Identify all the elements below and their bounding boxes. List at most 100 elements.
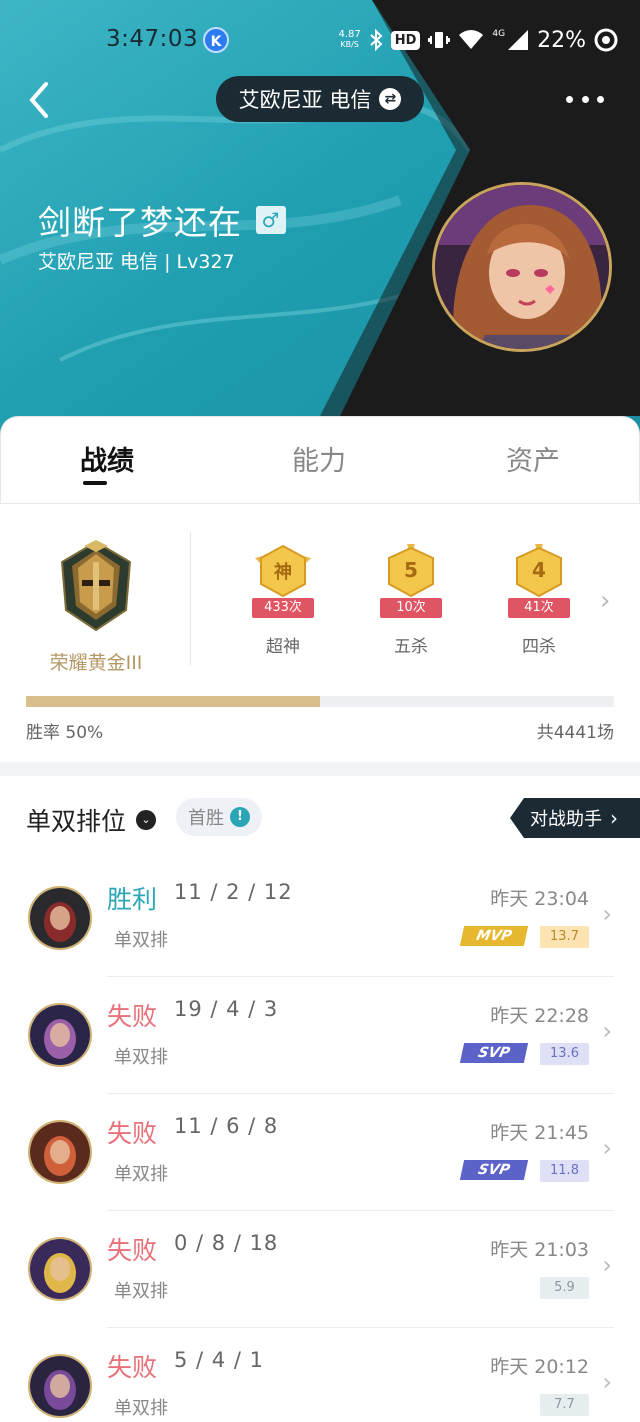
match-badge: SVP xyxy=(459,1160,529,1180)
network-speed: 4.87 KB/S xyxy=(338,30,360,50)
champion-avatar xyxy=(28,1237,92,1301)
back-arrow-icon[interactable] xyxy=(22,78,62,122)
match-queue: 单双排 xyxy=(114,1281,168,1302)
status-time: 3:47:03 xyxy=(106,26,199,52)
legendary-label: 超神 xyxy=(266,637,300,657)
match-score: 13.6 xyxy=(540,1043,589,1065)
penta-kill-label: 五杀 xyxy=(394,637,428,657)
queue-title: 单双排位 xyxy=(26,807,127,836)
first-win-label: 首胜 xyxy=(188,808,224,829)
battery-icon xyxy=(594,28,618,52)
penta-kill-count: 10次 xyxy=(380,598,442,618)
match-row[interactable]: 失败 5 / 4 / 1 单双排 昨天 20:12 7.7 › xyxy=(0,1328,640,1422)
champion-avatar xyxy=(28,1120,92,1184)
match-score: 11.8 xyxy=(540,1160,589,1182)
match-time: 昨天 22:28 xyxy=(490,1005,589,1027)
match-time: 昨天 21:45 xyxy=(490,1122,589,1144)
match-row[interactable]: 失败 11 / 6 / 8 单双排 昨天 21:45 SVP 11.8 › xyxy=(0,1094,640,1211)
chevron-right-icon: › xyxy=(602,1368,612,1396)
rank-emblem-icon[interactable] xyxy=(56,540,136,632)
rank-summary: 荣耀黄金III 神 433次 超神 5 10次 五杀 4 41次 四杀 › 胜率… xyxy=(0,504,640,760)
tab-bar: 战绩 能力 资产 xyxy=(0,416,640,504)
battle-assistant-button[interactable]: 对战助手 › xyxy=(510,798,640,838)
match-row[interactable]: 失败 0 / 8 / 18 单双排 昨天 21:03 5.9 › xyxy=(0,1211,640,1328)
status-icons: 4.87 KB/S HD 4G 22% xyxy=(338,24,618,56)
total-games-text: 共4441场 xyxy=(536,723,614,743)
battery-percent: 22% xyxy=(537,27,586,53)
match-result: 失败 xyxy=(107,1236,158,1265)
win-rate-bar xyxy=(26,696,614,707)
match-kda: 19 / 4 / 3 xyxy=(174,997,279,1021)
match-result: 失败 xyxy=(107,1119,158,1148)
swap-icon: ⇄ xyxy=(379,88,402,110)
match-queue: 单双排 xyxy=(114,1047,168,1068)
network-type: 4G xyxy=(492,29,506,39)
champion-avatar xyxy=(28,1003,92,1067)
player-avatar-image xyxy=(435,185,609,349)
achievement-quadra-kill[interactable]: 4 41次 四杀 xyxy=(494,544,584,657)
achievements-chevron-right-icon[interactable]: › xyxy=(600,586,610,616)
match-row[interactable]: 胜利 11 / 2 / 12 单双排 昨天 23:04 MVP 13.7 › xyxy=(0,860,640,977)
tab-ability[interactable]: 能力 xyxy=(249,439,389,478)
chevron-right-icon: › xyxy=(602,1251,612,1279)
more-options-icon[interactable] xyxy=(566,92,604,106)
win-rate-text: 胜率 50% xyxy=(26,723,104,743)
match-queue: 单双排 xyxy=(114,930,168,951)
signal-icon xyxy=(508,30,529,50)
player-subtitle: 艾欧尼亚 电信 | Lv327 xyxy=(38,251,235,273)
champion-avatar xyxy=(28,886,92,950)
hd-icon: HD xyxy=(390,30,421,50)
player-name: 剑断了梦还在 xyxy=(38,203,242,242)
server-switch-button[interactable]: 艾欧尼亚 电信 ⇄ xyxy=(216,76,424,122)
quadra-kill-label: 四杀 xyxy=(522,637,556,657)
match-badge: MVP xyxy=(459,926,529,946)
bluetooth-icon xyxy=(370,29,383,51)
legendary-count: 433次 xyxy=(252,598,314,618)
network-speed-value: 4.87 xyxy=(338,29,361,40)
match-list-header: 单双排位 ⌄ 首胜 ! 对战助手 › xyxy=(0,776,640,860)
match-kda: 5 / 4 / 1 xyxy=(174,1348,264,1372)
player-name-row: 剑断了梦还在 ♂ xyxy=(38,196,286,244)
section-separator xyxy=(0,762,640,776)
match-queue: 单双排 xyxy=(114,1398,168,1419)
legendary-glyph: 神 xyxy=(274,562,292,583)
rank-name: 荣耀黄金III xyxy=(49,652,143,674)
win-rate-bar-fill xyxy=(26,696,320,707)
achievement-penta-kill[interactable]: 5 10次 五杀 xyxy=(366,544,456,657)
match-row[interactable]: 失败 19 / 4 / 3 单双排 昨天 22:28 SVP 13.6 › xyxy=(0,977,640,1094)
match-result: 胜利 xyxy=(107,885,158,914)
achievement-legendary[interactable]: 神 433次 超神 xyxy=(238,544,328,657)
match-time: 昨天 20:12 xyxy=(490,1356,589,1378)
match-kda: 11 / 2 / 12 xyxy=(174,880,293,904)
champion-avatar xyxy=(28,1354,92,1418)
battle-assistant-label: 对战助手 xyxy=(530,809,602,830)
match-queue: 单双排 xyxy=(114,1164,168,1185)
quadra-kill-glyph: 4 xyxy=(532,558,546,582)
app-root: 3:47:03 K 4.87 KB/S HD 4G 22% 艾欧尼亚 电信 ⇄ xyxy=(0,0,640,1422)
match-time: 昨天 23:04 xyxy=(490,888,589,910)
first-win-chip[interactable]: 首胜 ! xyxy=(176,798,262,836)
divider xyxy=(190,532,191,666)
info-icon: ! xyxy=(230,807,250,827)
k-app-icon: K xyxy=(203,27,229,53)
match-time: 昨天 21:03 xyxy=(490,1239,589,1261)
tab-assets[interactable]: 资产 xyxy=(463,439,603,478)
chevron-right-icon: › xyxy=(610,806,618,830)
network-speed-unit: KB/S xyxy=(340,40,359,49)
chevron-down-icon: ⌄ xyxy=(136,810,157,830)
tab-record[interactable]: 战绩 xyxy=(37,439,177,478)
gender-male-icon: ♂ xyxy=(256,206,286,234)
match-kda: 0 / 8 / 18 xyxy=(174,1231,279,1255)
queue-filter-dropdown[interactable]: 单双排位 ⌄ xyxy=(26,802,157,838)
player-avatar[interactable] xyxy=(432,182,612,352)
server-label: 艾欧尼亚 电信 xyxy=(238,88,372,112)
chevron-right-icon: › xyxy=(602,900,612,928)
match-result: 失败 xyxy=(107,1353,158,1382)
match-kda: 11 / 6 / 8 xyxy=(174,1114,279,1138)
status-bar: 3:47:03 K 4.87 KB/S HD 4G 22% xyxy=(0,0,640,80)
vibrate-icon xyxy=(428,32,451,48)
quadra-kill-count: 41次 xyxy=(508,598,570,618)
wifi-icon xyxy=(459,30,484,49)
match-score: 13.7 xyxy=(540,926,589,948)
match-badge: SVP xyxy=(459,1043,529,1063)
